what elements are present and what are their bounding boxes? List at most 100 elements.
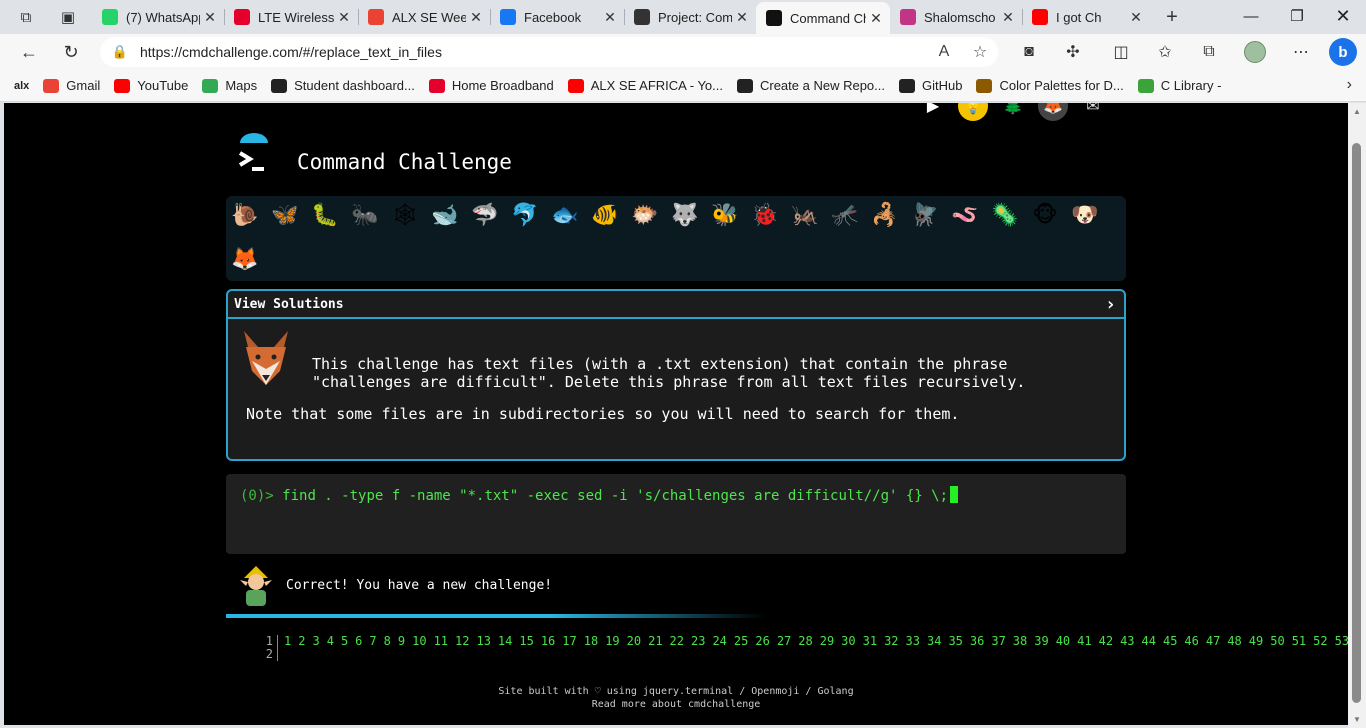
close-window-button[interactable]: ✕ [1320, 0, 1366, 32]
scroll-up-icon[interactable]: ▲ [1353, 107, 1361, 116]
favorites-icon[interactable]: ✩ [1150, 39, 1180, 65]
gitlab-icon[interactable]: 🦊 [1038, 103, 1068, 121]
terminal-command[interactable]: find . -type f -name "*.txt" -exec sed -… [282, 488, 948, 504]
level-link[interactable]: 29 [820, 634, 834, 648]
more-menu-icon[interactable]: ⋯ [1286, 39, 1316, 65]
challenge-level-icon[interactable]: 🦊 [230, 244, 260, 274]
level-link[interactable]: 2 [298, 634, 305, 648]
level-link[interactable]: 34 [927, 634, 941, 648]
level-link[interactable]: 33 [906, 634, 920, 648]
close-tab-icon[interactable]: ✕ [866, 10, 886, 27]
level-link[interactable]: 11 [434, 634, 448, 648]
bookmark-3[interactable]: YouTube [114, 78, 188, 93]
challenge-level-icon[interactable]: 🐜 [350, 200, 380, 230]
level-link[interactable]: 24 [712, 634, 726, 648]
close-tab-icon[interactable]: ✕ [1126, 9, 1146, 26]
tab-4[interactable]: Facebook ✕ [490, 2, 624, 32]
level-link[interactable]: 12 [455, 634, 469, 648]
challenge-level-icon[interactable]: 🐺 [670, 200, 700, 230]
level-link[interactable]: 21 [648, 634, 662, 648]
collections-icon[interactable]: ⧉ [1194, 39, 1224, 65]
close-tab-icon[interactable]: ✕ [466, 9, 486, 26]
footer-read-more-link[interactable]: Read more about cmdchallenge [4, 698, 1348, 711]
challenge-level-icon[interactable]: 🐶 [1070, 200, 1100, 230]
challenge-level-icon[interactable]: 🐡 [630, 200, 660, 230]
tab-1[interactable]: (7) WhatsApp ✕ [92, 2, 224, 32]
bookmark-9[interactable]: GitHub [899, 78, 962, 93]
level-link[interactable]: 28 [798, 634, 812, 648]
level-link[interactable]: 48 [1227, 634, 1241, 648]
mail-icon[interactable]: ✉ [1078, 103, 1108, 121]
challenge-level-icon[interactable]: 🐌 [230, 200, 260, 230]
terminal-link-icon[interactable]: ▶ [918, 103, 948, 121]
close-tab-icon[interactable]: ✕ [732, 9, 752, 26]
level-link[interactable]: 3 [312, 634, 319, 648]
tab-8[interactable]: I got Ch ✕ [1022, 2, 1150, 32]
level-link[interactable]: 37 [991, 634, 1005, 648]
challenge-level-icon[interactable]: 🕸 [390, 200, 420, 230]
workspaces-icon[interactable]: ⧉ [12, 4, 40, 30]
level-link[interactable]: 39 [1034, 634, 1048, 648]
level-link[interactable]: 32 [884, 634, 898, 648]
level-link[interactable]: 17 [562, 634, 576, 648]
challenge-level-icon[interactable]: 🐵 [1030, 200, 1060, 230]
challenge-level-icon[interactable]: 🦋 [270, 200, 300, 230]
level-link[interactable]: 25 [734, 634, 748, 648]
close-tab-icon[interactable]: ✕ [998, 9, 1018, 26]
new-tab-button[interactable]: + [1158, 4, 1186, 30]
level-link[interactable]: 42 [1099, 634, 1113, 648]
bookmark-8[interactable]: Create a New Repo... [736, 78, 885, 93]
bookmark-6[interactable]: Home Broadband [428, 78, 554, 93]
scrollbar-thumb[interactable] [1352, 143, 1361, 703]
challenge-level-icon[interactable]: 🦈 [470, 200, 500, 230]
level-link[interactable]: 45 [1163, 634, 1177, 648]
lightbulb-icon[interactable]: 💡 [958, 103, 988, 121]
challenge-level-icon[interactable]: 🐟 [550, 200, 580, 230]
vertical-tabs-icon[interactable]: ▣ [54, 4, 82, 30]
challenge-level-icon[interactable]: 🦟 [830, 200, 860, 230]
challenge-level-icon[interactable]: 🐬 [510, 200, 540, 230]
level-link[interactable]: 47 [1206, 634, 1220, 648]
challenge-level-icon[interactable]: 🐠 [590, 200, 620, 230]
level-link[interactable]: 9 [398, 634, 405, 648]
level-link[interactable]: 23 [691, 634, 705, 648]
back-button[interactable]: ← [14, 38, 44, 66]
bookmark-5[interactable]: Student dashboard... [271, 78, 415, 93]
extensions-puzzle-icon[interactable]: ✣ [1058, 39, 1088, 65]
level-link[interactable]: 38 [1013, 634, 1027, 648]
level-link[interactable]: 4 [327, 634, 334, 648]
url-field[interactable]: 🔒 https://cmdchallenge.com/#/replace_tex… [100, 37, 998, 67]
lock-icon[interactable]: 🔒 [100, 44, 140, 60]
view-solutions-toggle[interactable]: View Solutions › [228, 291, 1124, 319]
level-link[interactable]: 53 [1335, 634, 1348, 648]
split-screen-icon[interactable]: ◫ [1106, 39, 1136, 65]
level-link[interactable]: 41 [1077, 634, 1091, 648]
restore-button[interactable]: ❐ [1274, 0, 1320, 32]
read-aloud-icon[interactable]: A [926, 43, 962, 61]
site-title[interactable]: Command Challenge [297, 150, 512, 174]
level-link[interactable]: 46 [1184, 634, 1198, 648]
challenge-level-icon[interactable]: 🐞 [750, 200, 780, 230]
challenge-level-icon[interactable]: 🪱 [950, 200, 980, 230]
challenge-level-icon[interactable]: 🦗 [790, 200, 820, 230]
challenge-level-icon[interactable]: 🦂 [870, 200, 900, 230]
level-link[interactable]: 52 [1313, 634, 1327, 648]
level-link[interactable]: 26 [755, 634, 769, 648]
bookmark-10[interactable]: Color Palettes for D... [976, 78, 1124, 93]
level-link[interactable]: 1 [284, 634, 291, 648]
profile-avatar[interactable] [1240, 39, 1270, 65]
copilot-icon[interactable]: b [1326, 38, 1360, 66]
site-logo-icon[interactable] [230, 133, 278, 181]
extension-icon[interactable]: ◙ [1014, 39, 1044, 65]
challenge-level-icon[interactable]: 🐝 [710, 200, 740, 230]
bookmark-2[interactable]: Gmail [43, 78, 100, 93]
tab-5[interactable]: Project: Com ✕ [624, 2, 756, 32]
level-link[interactable]: 15 [519, 634, 533, 648]
level-link[interactable]: 5 [341, 634, 348, 648]
close-tab-icon[interactable]: ✕ [200, 9, 220, 26]
level-link[interactable]: 35 [948, 634, 962, 648]
level-link[interactable]: 30 [841, 634, 855, 648]
challenge-level-icon[interactable]: 🐋 [430, 200, 460, 230]
bookmark-1[interactable]: alx [14, 80, 29, 92]
tab-7[interactable]: Shalomscho ✕ [890, 2, 1022, 32]
